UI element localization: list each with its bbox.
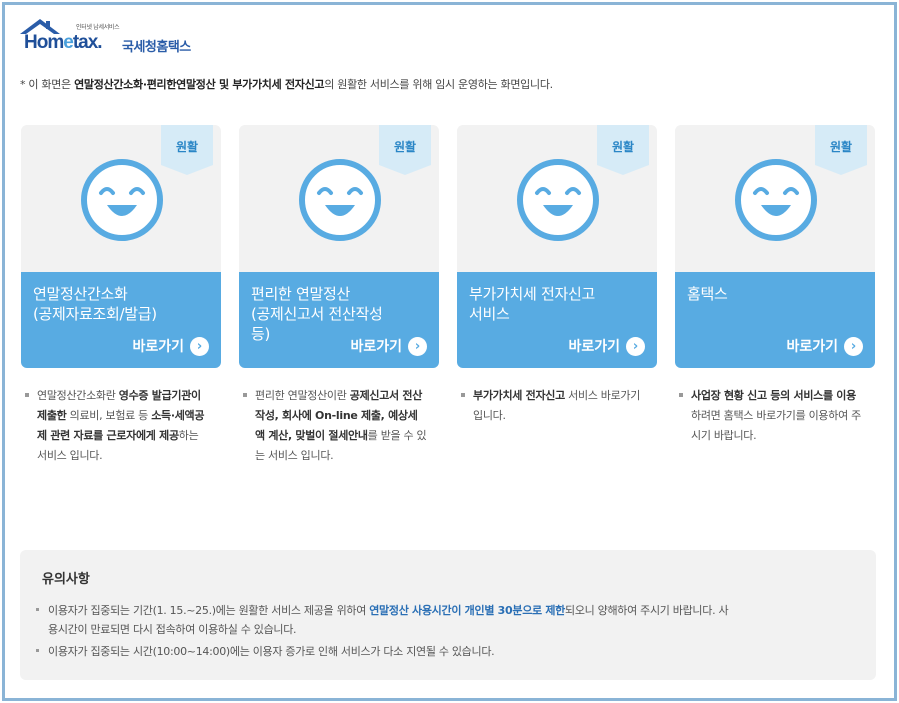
bullet-icon: [36, 649, 39, 652]
card-image-area: 원활: [21, 125, 221, 272]
card-title: 부가가치세 전자신고 서비스: [469, 285, 595, 323]
card-title: 편리한 연말정산 (공제신고서 전산작성 등): [251, 285, 383, 343]
card-link-area[interactable]: 부가가치세 전자신고 서비스 바로가기 ›: [457, 272, 657, 368]
smiley-face-icon: [81, 159, 163, 241]
go-button[interactable]: 바로가기 ›: [350, 336, 427, 356]
caution-title: 유의사항: [42, 572, 90, 587]
caution-box: 유의사항 이용자가 집중되는 기간(1. 15.~25.)에는 원활한 서비스 …: [20, 550, 876, 680]
arrow-right-icon: ›: [844, 336, 863, 356]
bullet-icon: [679, 393, 683, 397]
notice-text: * 이 화면은 연말정산간소화·편리한연말정산 및 부가가치세 전자신고의 원활…: [20, 78, 553, 91]
service-card[interactable]: 원활 편리한 연말정산 (공제신고서 전산작성 등) 바로가기 ›: [239, 125, 439, 368]
card-image-area: 원활: [239, 125, 439, 272]
hometax-logo[interactable]: 인터넷 납세서비스 Hometax. 국세청홈택스: [18, 16, 218, 58]
card-link-area[interactable]: 연말정산간소화 (공제자료조회/발급) 바로가기 ›: [21, 272, 221, 368]
smiley-face-icon: [517, 159, 599, 241]
go-button[interactable]: 바로가기 ›: [132, 336, 209, 356]
bullet-icon: [36, 608, 39, 611]
logo-korean-name: 국세청홈택스: [122, 40, 191, 55]
arrow-right-icon: ›: [626, 336, 645, 356]
logo-subtitle: 인터넷 납세서비스: [76, 24, 120, 31]
card-image-area: 원활: [457, 125, 657, 272]
smiley-face-icon: [735, 159, 817, 241]
logo-wordmark: Hometax.: [24, 32, 103, 53]
arrow-right-icon: ›: [190, 336, 209, 356]
status-badge: 원활: [379, 125, 431, 175]
status-badge: 원활: [161, 125, 213, 175]
arrow-right-icon: ›: [408, 336, 427, 356]
card-link-area[interactable]: 홈택스 바로가기 ›: [675, 272, 875, 368]
description-text: 연말정산간소화란 영수증 발급기관이 제출한 의료비, 보험료 등 소득·세액공…: [37, 389, 205, 462]
card-image-area: 원활: [675, 125, 875, 272]
card-title: 홈택스: [687, 285, 728, 303]
bullet-icon: [243, 393, 247, 397]
service-card[interactable]: 원활 부가가치세 전자신고 서비스 바로가기 ›: [457, 125, 657, 368]
bullet-icon: [25, 393, 29, 397]
status-badge: 원활: [597, 125, 649, 175]
go-button[interactable]: 바로가기 ›: [786, 336, 863, 356]
description-text: 사업장 현황 신고 등의 서비스를 이용하려면 홈택스 바로가기를 이용하여 주…: [691, 389, 861, 442]
go-button[interactable]: 바로가기 ›: [568, 336, 645, 356]
bullet-icon: [461, 393, 465, 397]
status-badge: 원활: [815, 125, 867, 175]
card-title: 연말정산간소화 (공제자료조회/발급): [33, 285, 157, 323]
description-text: 편리한 연말정산이란 공제신고서 전산작성, 회사에 On-line 제출, 예…: [255, 389, 427, 462]
service-card[interactable]: 원활 홈택스 바로가기 ›: [675, 125, 875, 368]
smiley-face-icon: [299, 159, 381, 241]
description-text: 부가가치세 전자신고 서비스 바로가기 입니다.: [473, 389, 641, 422]
service-card[interactable]: 원활 연말정산간소화 (공제자료조회/발급) 바로가기 ›: [21, 125, 221, 368]
card-link-area[interactable]: 편리한 연말정산 (공제신고서 전산작성 등) 바로가기 ›: [239, 272, 439, 368]
